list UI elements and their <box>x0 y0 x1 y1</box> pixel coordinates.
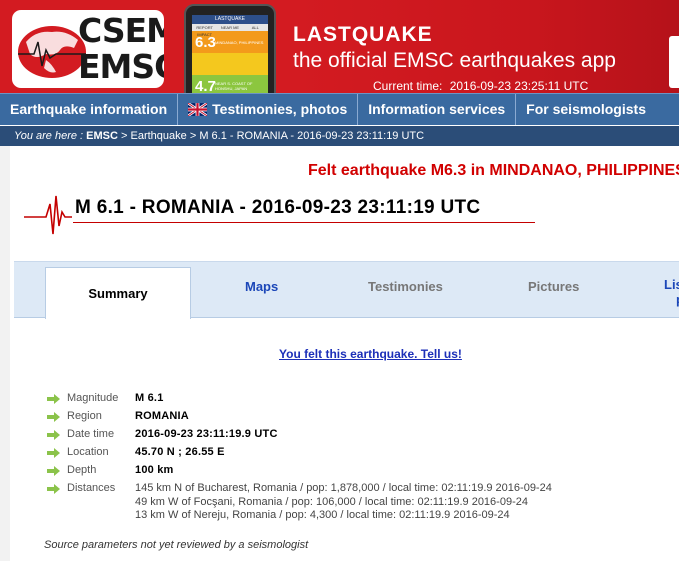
nav-item-testimonies-photos[interactable]: Testimonies, photos <box>178 94 359 125</box>
nav-item-earthquake-information[interactable]: Earthquake information <box>0 94 179 125</box>
detail-label: Distances <box>67 482 116 494</box>
breadcrumb-separator: > <box>117 130 131 142</box>
green-arrow-icon <box>47 394 60 404</box>
phone-quake-label: NEAR S. COAST OF HONSHU, JAPAN <box>215 81 253 91</box>
detail-label: Date time <box>67 428 115 440</box>
app-subtitle: the official EMSC earthquakes app <box>293 49 616 72</box>
event-tabs: Summary Maps Testimonies Pictures Lis p <box>14 261 679 319</box>
detail-value-location: 45.70 N ; 26.55 E <box>135 446 225 458</box>
banner-side-tab <box>669 36 679 88</box>
event-title: M 6.1 - ROMANIA - 2016-09-23 23:11:19 UT… <box>75 197 481 218</box>
green-arrow-icon <box>47 448 60 458</box>
header-banner: CSEM EMSC LASTQUAKE REPORT IMPACT NEAR M… <box>0 0 679 93</box>
tab-list-line2: p <box>664 292 679 307</box>
detail-value-depth: 100 km <box>135 464 174 476</box>
breadcrumb-prefix: You are here : <box>14 130 84 142</box>
phone-screen-header: LASTQUAKE <box>192 15 268 24</box>
detail-label: Location <box>67 446 109 458</box>
logo-text-emsc: EMSC <box>78 47 164 86</box>
phone-screen-tabs: REPORT IMPACT NEAR ME ALL <box>192 24 268 37</box>
phone-tab: NEAR ME <box>220 25 240 30</box>
breadcrumb-link-earthquake[interactable]: Earthquake <box>131 130 187 142</box>
detail-value-datetime: 2016-09-23 23:11:19.9 UTC <box>135 428 278 440</box>
phone-quake-row <box>192 53 268 75</box>
uk-flag-icon <box>188 103 208 116</box>
tab-pictures[interactable]: Pictures <box>528 279 579 294</box>
nav-item-label: Information services <box>368 101 506 117</box>
tab-list-line1: Lis <box>664 277 679 292</box>
logo-text-csem: CSEM <box>78 11 164 50</box>
phone-screen: LASTQUAKE REPORT IMPACT NEAR ME ALL 6.3 … <box>192 15 268 93</box>
distance-list: 145 km N of Bucharest, Romania / pop: 1,… <box>135 482 552 523</box>
breadcrumb: You are here : EMSC > Earthquake > M 6.1… <box>0 126 679 146</box>
phone-quake-label: MINDANAO, PHILIPPINES <box>215 39 264 45</box>
green-arrow-icon <box>47 484 60 494</box>
phone-quake-row: 6.3 MINDANAO, PHILIPPINES <box>192 31 268 53</box>
distance-line: 145 km N of Bucharest, Romania / pop: 1,… <box>135 482 552 494</box>
phone-tab: ALL <box>251 25 259 30</box>
felt-report-link[interactable]: You felt this earthquake. Tell us! <box>279 347 462 361</box>
green-arrow-icon <box>47 412 60 422</box>
source-note: Source parameters not yet reviewed by a … <box>44 539 309 551</box>
left-gutter <box>0 146 10 561</box>
nav-item-information-services[interactable]: Information services <box>358 94 517 125</box>
tab-testimonies[interactable]: Testimonies <box>368 279 443 294</box>
phone-tab: REPORT IMPACT <box>196 25 213 37</box>
nav-item-label: Earthquake information <box>10 101 168 117</box>
detail-label: Magnitude <box>67 392 119 404</box>
nav-item-label: For seismologists <box>526 101 646 117</box>
distance-line: 49 km W of Focşani, Romania / pop: 106,0… <box>135 495 528 508</box>
current-time-label: Current time: <box>373 79 443 93</box>
breadcrumb-link-emsc[interactable]: EMSC <box>86 130 118 142</box>
csem-emsc-logo[interactable]: CSEM EMSC <box>12 10 164 88</box>
seismogram-icon <box>24 195 72 235</box>
current-time: Current time: 2016-09-23 23:25:11 UTC <box>373 79 588 93</box>
detail-label: Region <box>67 410 102 422</box>
tab-summary[interactable]: Summary <box>45 267 191 319</box>
detail-label: Depth <box>67 464 97 476</box>
green-arrow-icon <box>47 430 60 440</box>
tab-maps[interactable]: Maps <box>245 279 278 294</box>
detail-value-magnitude: M 6.1 <box>135 392 164 404</box>
current-time-value: 2016-09-23 23:25:11 UTC <box>449 79 589 93</box>
app-phone-image[interactable]: LASTQUAKE REPORT IMPACT NEAR ME ALL 6.3 … <box>184 4 276 93</box>
nav-item-for-seismologists[interactable]: For seismologists <box>516 94 656 125</box>
phone-quake-magnitude: 4.7 <box>195 77 216 94</box>
green-arrow-icon <box>47 466 60 476</box>
tab-list-partial[interactable]: Lis p <box>664 277 679 307</box>
breadcrumb-current: M 6.1 - ROMANIA - 2016-09-23 23:11:19 UT… <box>199 130 425 142</box>
title-underline <box>73 222 535 223</box>
distance-line: 13 km W of Nereju, Romania / pop: 4,300 … <box>135 509 510 521</box>
app-title[interactable]: LASTQUAKE <box>293 23 433 47</box>
main-nav: Earthquake information Testimonies, phot… <box>0 93 679 125</box>
detail-value-region: ROMANIA <box>135 410 189 422</box>
nav-item-label: Testimonies, photos <box>212 101 348 117</box>
phone-quake-magnitude: 6.3 <box>195 33 216 51</box>
felt-earthquake-alert[interactable]: Felt earthquake M6.3 in MINDANAO, PHILIP… <box>308 162 679 180</box>
phone-quake-row: 4.7 NEAR S. COAST OF HONSHU, JAPAN <box>192 75 268 93</box>
breadcrumb-separator: > <box>186 130 200 142</box>
